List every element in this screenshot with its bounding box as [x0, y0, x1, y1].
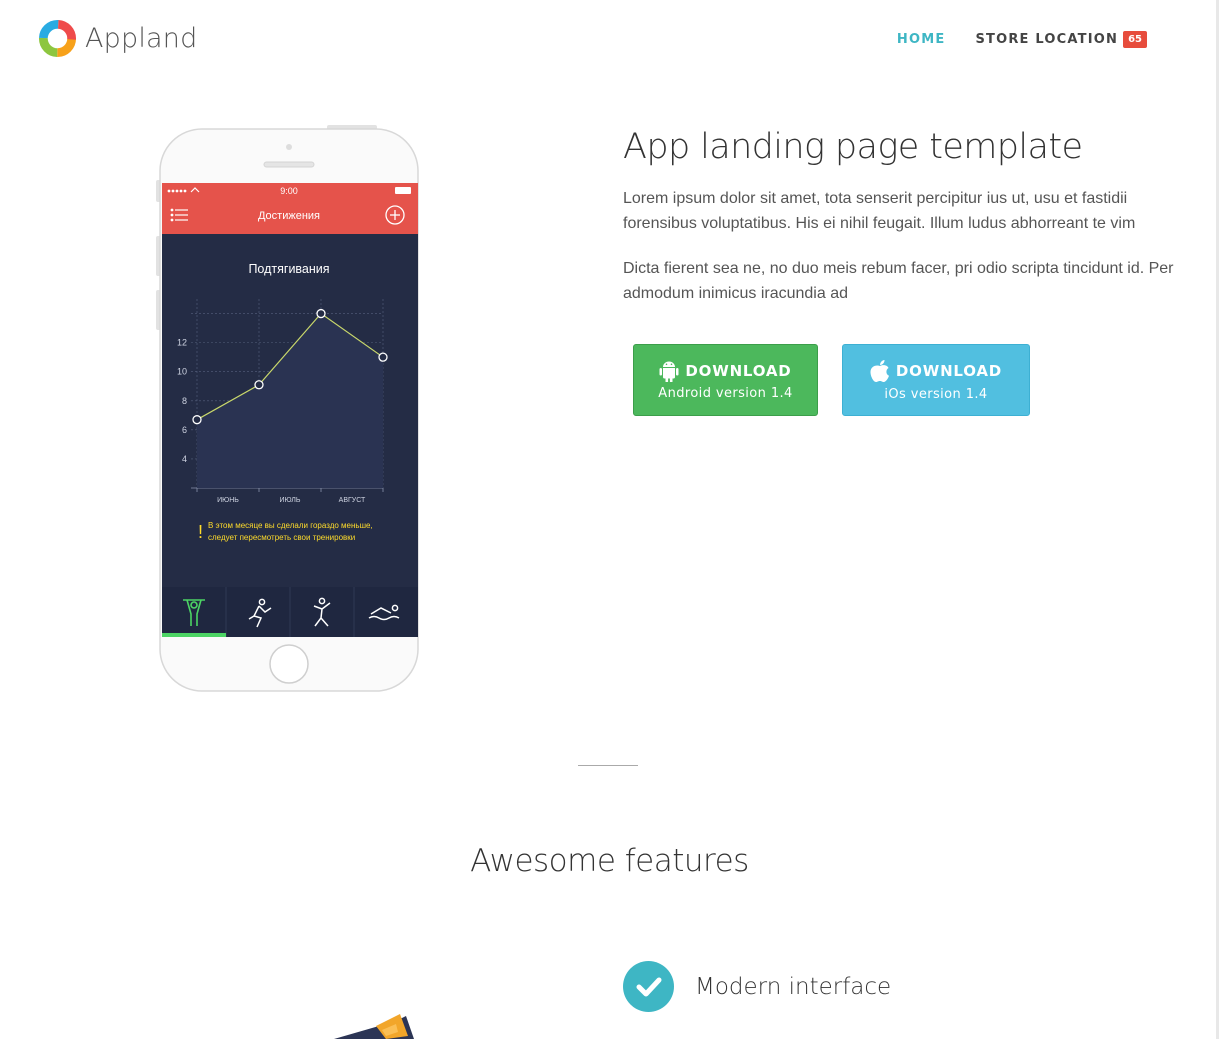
apple-icon: [870, 359, 889, 382]
logo[interactable]: Appland: [38, 19, 197, 58]
download-buttons: DOWNLOAD Android version 1.4 DOWNLOAD iO…: [633, 344, 1030, 416]
nav-item-store-location[interactable]: STORE LOCATION 65: [975, 31, 1147, 48]
feature-illustration: [326, 1008, 436, 1039]
status-time: 9:00: [280, 186, 298, 196]
logo-icon: [38, 19, 77, 58]
app-title: Достижения: [258, 210, 320, 222]
phone-mockup: 9:00 Достижения Подтягивания 4 6 8 10 12 ИЮН…: [155, 124, 425, 694]
chart-x-tick-label: ИЮНЬ: [217, 497, 239, 504]
site-header: Appland HOME STORE LOCATION 65: [0, 0, 1219, 80]
warning-line-1: В этом месяце вы сделали гораздо меньше,: [208, 521, 373, 530]
nav-link-home[interactable]: HOME: [897, 32, 946, 47]
phone-speaker: [263, 161, 315, 168]
hero-section: App landing page template Lorem ipsum do…: [623, 124, 1183, 306]
warning-icon: !: [198, 522, 203, 542]
active-tab-indicator: [162, 633, 226, 637]
chart-x-tick-label: АВГУСТ: [339, 497, 366, 504]
android-version: Android version 1.4: [658, 385, 793, 401]
warning-line-2: следует пересмотреть свои тренировки: [208, 533, 355, 542]
checkmark-glyph: [636, 977, 661, 996]
feature-item: Modern interface: [623, 961, 891, 1012]
features-title: Awesome features: [470, 843, 749, 879]
chart-point: [254, 380, 264, 390]
store-count-badge: 65: [1123, 31, 1147, 48]
chart-y-tick-label: 12: [177, 338, 187, 348]
battery-icon: [395, 187, 411, 194]
chart-point: [192, 415, 202, 425]
ios-download-button[interactable]: DOWNLOAD iOs version 1.4: [842, 344, 1030, 416]
chart-y-tick-label: 6: [182, 425, 187, 435]
chart-y-tick-label: 8: [182, 396, 187, 406]
phone-home-button[interactable]: [269, 644, 309, 684]
chart-x-tick-label: ИЮЛЬ: [280, 497, 301, 504]
chart-title: Подтягивания: [248, 262, 329, 276]
chart-y-tick-label: 4: [182, 454, 187, 464]
phone-camera: [286, 144, 292, 150]
android-download-button[interactable]: DOWNLOAD Android version 1.4: [633, 344, 818, 416]
hero-paragraph-2: Dicta fierent sea ne, no duo meis rebum …: [623, 260, 1174, 302]
ios-download-label: DOWNLOAD: [895, 361, 1003, 380]
android-download-top: DOWNLOAD: [659, 360, 791, 382]
phone-svg: 9:00 Достижения Подтягивания 4 6 8 10 12 ИЮН…: [156, 125, 419, 692]
main-nav: HOME STORE LOCATION 65: [867, 31, 1147, 48]
brand-name: Appland: [85, 23, 198, 54]
chart-y-tick-label: 10: [177, 367, 187, 377]
nav-link-store-location[interactable]: STORE LOCATION: [975, 32, 1118, 47]
ios-version: iOs version 1.4: [884, 386, 988, 402]
section-divider: [578, 765, 638, 766]
ios-download-top: DOWNLOAD: [870, 359, 1002, 383]
hero-title: App landing page template: [623, 127, 1083, 167]
android-download-label: DOWNLOAD: [685, 361, 792, 380]
check-icon: [623, 961, 674, 1012]
hero-paragraph-1: Lorem ipsum dolor sit amet, tota senseri…: [623, 190, 1136, 232]
card-illustration: [334, 1014, 414, 1039]
android-icon: [659, 361, 679, 382]
nav-item-home[interactable]: HOME: [897, 32, 946, 47]
feature-title: Modern interface: [695, 973, 892, 1000]
chart-point: [316, 308, 326, 319]
chart-point: [378, 352, 388, 362]
